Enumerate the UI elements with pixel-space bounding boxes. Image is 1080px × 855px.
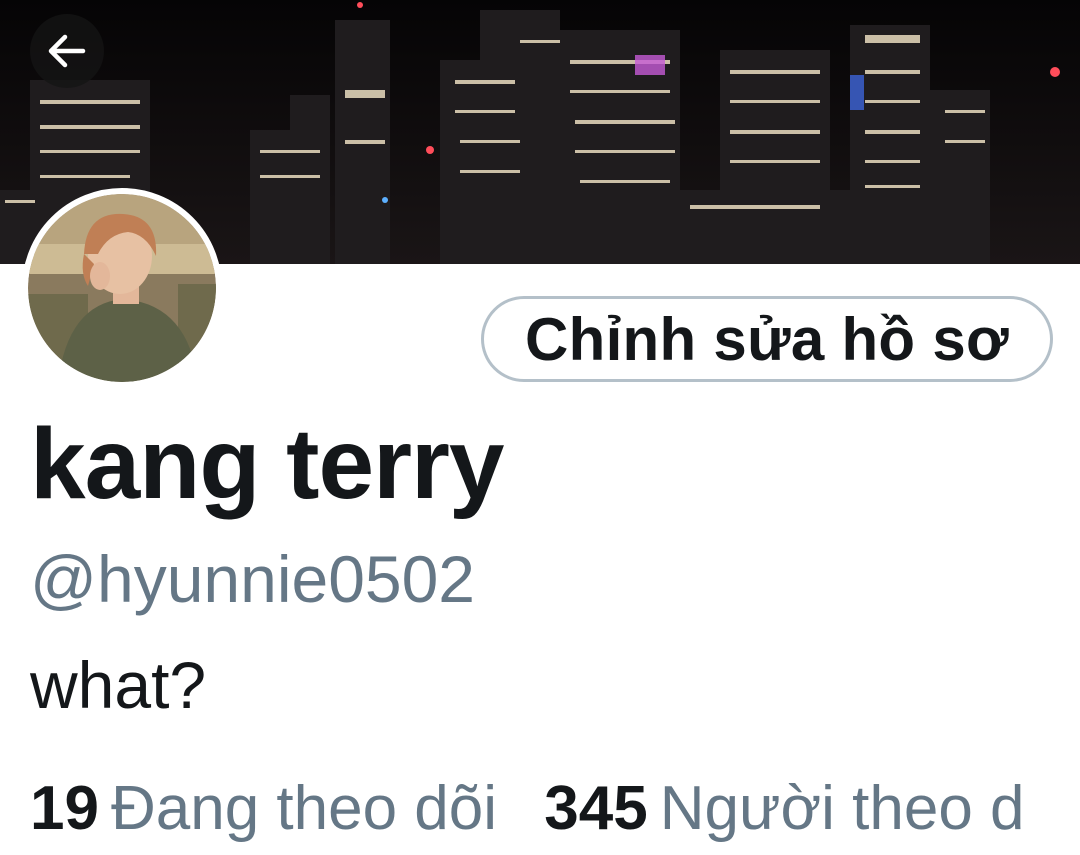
display-name: kang terry: [30, 408, 505, 520]
profile-photo: [28, 194, 216, 382]
user-bio: what?: [30, 648, 207, 722]
avatar[interactable]: [22, 188, 222, 388]
followers-label: Người theo d: [659, 774, 1025, 843]
followers-count: 345: [544, 774, 648, 843]
arrow-left-icon: [48, 34, 86, 68]
edit-profile-button[interactable]: Chỉnh sửa hồ sơ: [481, 296, 1053, 382]
back-button[interactable]: [30, 14, 104, 88]
following-stat[interactable]: 19 Đang theo dõi: [30, 778, 497, 840]
follow-stats: 19 Đang theo dõi 345 Người theo d: [30, 778, 1025, 840]
following-label: Đang theo dõi: [110, 774, 498, 843]
following-count: 19: [30, 774, 99, 843]
user-handle: @hyunnie0502: [30, 542, 476, 616]
followers-stat[interactable]: 345 Người theo d: [544, 778, 1024, 840]
